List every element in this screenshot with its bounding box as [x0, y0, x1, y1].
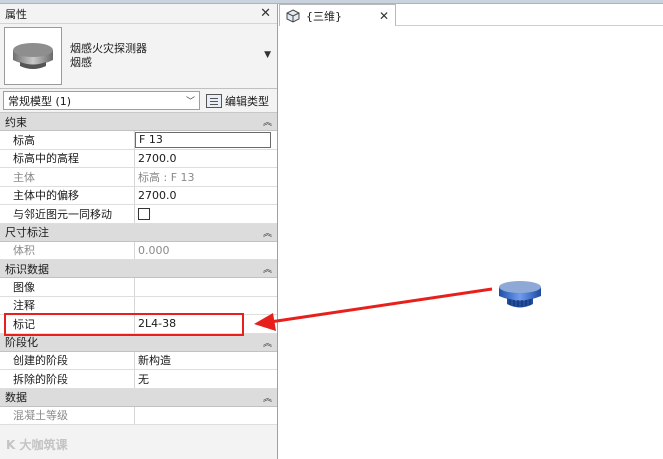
prop-label: 创建的阶段: [0, 351, 135, 369]
properties-panel: 属性 ✕ 烟感火灾探测器 烟感 ▼ 常规模型 (1) ﹀ 编辑类型 约束 ︽ 标…: [0, 4, 278, 459]
smoke-detector-thumbnail-icon: [13, 43, 53, 69]
prop-label: 拆除的阶段: [0, 370, 135, 388]
type-selector[interactable]: 烟感火灾探测器 烟感 ▼: [0, 24, 277, 89]
section-constraints[interactable]: 约束 ︽: [0, 113, 277, 131]
chevron-up-icon: ︽: [262, 393, 272, 404]
section-dimensions[interactable]: 尺寸标注 ︽: [0, 223, 277, 242]
chevron-up-icon: ︽: [262, 338, 272, 349]
prop-value[interactable]: [135, 278, 277, 296]
prop-row-host: 主体 标高 : F 13: [0, 168, 277, 187]
highlight-box: [4, 313, 244, 336]
properties-title-bar: 属性 ✕: [0, 4, 277, 24]
type-thumbnail: [4, 27, 62, 85]
section-phasing[interactable]: 阶段化 ︽: [0, 333, 277, 352]
prop-value[interactable]: 无: [135, 370, 277, 388]
prop-label: 主体中的偏移: [0, 186, 135, 204]
chevron-up-icon: ︽: [262, 118, 272, 128]
move-with-nearby-checkbox[interactable]: [138, 207, 150, 220]
prop-label: 主体: [0, 168, 135, 186]
prop-value[interactable]: 2700.0: [135, 187, 277, 205]
prop-row-phase-created[interactable]: 创建的阶段 新构造: [0, 351, 277, 370]
prop-row-volume: 体积 0.000: [0, 241, 277, 260]
properties-grid: 约束 ︽ 标高 F 13 标高中的高程 2700.0 主体 标高 : F 13 …: [0, 113, 277, 425]
mark-row-wrapper: 标记 2L4-38: [0, 313, 277, 336]
type-name: 烟感: [70, 56, 92, 69]
section-title: 标识数据: [5, 262, 49, 276]
edit-type-icon: [206, 93, 222, 108]
section-data[interactable]: 数据 ︽: [0, 388, 277, 407]
prop-value: [135, 407, 277, 425]
prop-value: 0.000: [138, 243, 170, 257]
tab-3d-view[interactable]: {三维} ✕: [279, 4, 396, 26]
chevron-up-icon: ︽: [262, 265, 272, 275]
cube-icon: [286, 8, 300, 23]
prop-label: 标高中的高程: [0, 149, 135, 167]
type-dropdown-icon[interactable]: ▼: [264, 50, 271, 60]
watermark: K 大咖筑课: [6, 438, 68, 452]
tab-label: {三维}: [306, 9, 342, 23]
prop-row-level[interactable]: 标高 F 13: [0, 131, 277, 150]
chevron-down-icon: ﹀: [185, 97, 195, 107]
prop-row-move-with-nearby[interactable]: 与邻近图元一同移动: [0, 205, 277, 224]
instance-filter-value: 常规模型 (1): [8, 94, 72, 108]
section-title: 阶段化: [5, 336, 38, 349]
prop-value[interactable]: [135, 297, 277, 315]
family-name: 烟感火灾探测器: [70, 42, 147, 55]
prop-label: 图像: [0, 278, 135, 296]
smoke-detector-3d-model[interactable]: [496, 278, 544, 312]
prop-label: 混凝土等级: [0, 406, 135, 424]
tab-close-icon[interactable]: ✕: [379, 9, 389, 23]
tabbar-divider: [396, 25, 663, 26]
prop-row-phase-demolished[interactable]: 拆除的阶段 无: [0, 370, 277, 389]
edit-type-button[interactable]: 编辑类型: [206, 93, 269, 109]
properties-close-icon[interactable]: ✕: [260, 6, 271, 21]
section-identity-data[interactable]: 标识数据 ︽: [0, 260, 277, 278]
section-title: 数据: [5, 391, 27, 404]
prop-row-offset[interactable]: 主体中的偏移 2700.0: [0, 186, 277, 205]
properties-title: 属性: [5, 7, 27, 21]
prop-label: 标高: [0, 131, 135, 149]
type-names: 烟感火灾探测器 烟感: [70, 42, 147, 70]
prop-row-elevation[interactable]: 标高中的高程 2700.0: [0, 149, 277, 168]
edit-type-label: 编辑类型: [225, 94, 269, 108]
prop-value[interactable]: 2700.0: [135, 150, 277, 168]
prop-value: 标高 : F 13: [138, 170, 195, 184]
chevron-up-icon: ︽: [262, 228, 272, 239]
section-title: 约束: [5, 115, 27, 129]
revit-window: 属性 ✕ 烟感火灾探测器 烟感 ▼ 常规模型 (1) ﹀ 编辑类型 约束 ︽ 标…: [0, 0, 663, 459]
prop-row-image[interactable]: 图像: [0, 278, 277, 297]
prop-label: 注释: [0, 296, 135, 314]
instance-row: 常规模型 (1) ﹀ 编辑类型: [0, 89, 277, 113]
section-title: 尺寸标注: [5, 226, 49, 239]
level-field[interactable]: F 13: [135, 132, 271, 148]
prop-label: 体积: [0, 241, 135, 259]
prop-value[interactable]: 新构造: [135, 352, 277, 370]
prop-value: [135, 205, 277, 223]
prop-row-concrete-grade: 混凝土等级: [0, 406, 277, 425]
instance-filter-dropdown[interactable]: 常规模型 (1) ﹀: [3, 91, 200, 110]
prop-label: 与邻近图元一同移动: [0, 205, 135, 223]
